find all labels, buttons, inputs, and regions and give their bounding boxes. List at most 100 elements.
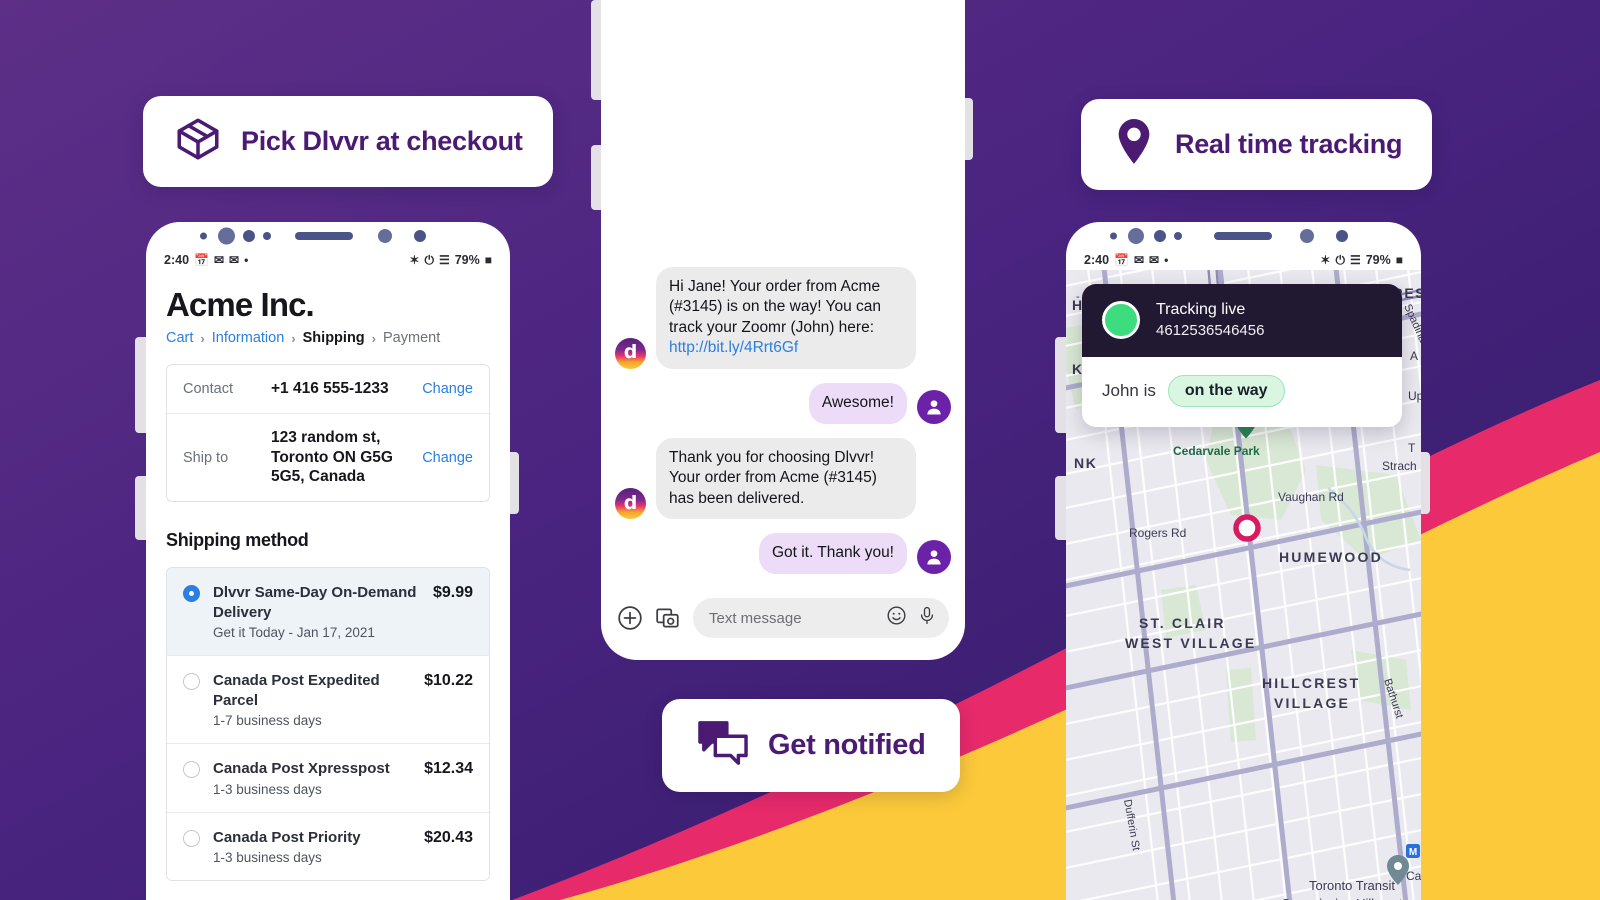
person-icon: [927, 550, 941, 565]
shipping-option-priority[interactable]: Canada Post Priority 1-3 business days $…: [167, 811, 489, 881]
shipping-option-name: Dlvvr Same-Day On-Demand Delivery: [213, 584, 417, 621]
shipping-option-eta: 1-3 business days: [213, 850, 322, 866]
wifi-icon: ⏻: [1335, 253, 1345, 267]
earpiece-speaker: [1214, 232, 1272, 240]
shipping-option-expedited-parcel[interactable]: Canada Post Expedited Parcel 1-7 busines…: [167, 655, 489, 744]
chat-bubbles-icon: [696, 719, 750, 772]
shipping-option-text: Canada Post Xpresspost 1-3 business days: [213, 759, 411, 797]
svg-text:A: A: [1410, 349, 1418, 363]
contact-value: +1 416 555-1233: [271, 380, 389, 397]
phone-checkout: 2:40 📅 ✉ ✉ • ✶ ⏻ ☰ 79% ■ Acme Inc. Cart …: [146, 222, 510, 900]
sensor-dot-medium: [243, 230, 255, 242]
ship-to-value: 123 random st, Toronto ON G5G 5G5, Canad…: [271, 428, 393, 486]
person-icon: [927, 399, 941, 415]
dot-icon: •: [244, 253, 249, 267]
tracking-card-text: Tracking live 4612536546456: [1156, 300, 1264, 341]
breadcrumb-separator-icon-3: ›: [371, 330, 376, 346]
battery-icon: ■: [1395, 253, 1403, 267]
message-text: Awesome!: [821, 393, 894, 411]
map-pin-icon: [1111, 117, 1157, 172]
svg-text:NK: NK: [1074, 455, 1097, 471]
courier-location-marker[interactable]: [1233, 514, 1261, 542]
sensor-dot-small-2: [1174, 232, 1182, 240]
signal-icon: ☰: [438, 253, 450, 267]
sensor-dot-medium-3: [1336, 230, 1348, 242]
ship-to-change-link[interactable]: Change: [422, 450, 473, 466]
radio-button-selected[interactable]: [183, 585, 200, 603]
svg-text:Rogers Rd: Rogers Rd: [1129, 526, 1186, 540]
shipping-option-xpresspost[interactable]: Canada Post Xpresspost 1-3 business days…: [167, 743, 489, 812]
plus-circle-icon[interactable]: [617, 605, 643, 631]
tracking-card: Tracking live 4612536546456 John is on t…: [1082, 284, 1402, 427]
dot-icon: •: [1164, 253, 1169, 267]
message-input-placeholder: Text message: [709, 609, 802, 627]
message-text: Got it. Thank you!: [771, 544, 894, 562]
radio-button[interactable]: [183, 673, 200, 691]
calendar-icon: 📅: [1114, 253, 1129, 267]
sensor-dot-medium-3: [414, 230, 426, 242]
sensor-dot-small-2: [263, 232, 271, 240]
user-avatar: [917, 389, 951, 424]
dlvvr-avatar-icon: [615, 488, 646, 520]
svg-text:ST. CLAIR: ST. CLAIR: [1139, 615, 1226, 631]
battery-icon: ■: [484, 253, 492, 267]
svg-text:HUMEWOOD: HUMEWOOD: [1279, 549, 1383, 565]
breadcrumb-item-payment[interactable]: Payment: [383, 330, 440, 346]
radio-button[interactable]: [183, 829, 200, 847]
status-bar-left: 2:40 📅 ✉ ✉ •: [164, 253, 248, 267]
breadcrumb-item-cart[interactable]: Cart: [166, 330, 193, 346]
breadcrumb-item-shipping[interactable]: Shipping: [303, 330, 365, 346]
subway-station-icon-2[interactable]: M: [1406, 844, 1420, 858]
contact-change-link[interactable]: Change: [422, 381, 473, 397]
svg-text:Cedarvale Park: Cedarvale Park: [1173, 444, 1260, 458]
message-row-incoming-1: Hi Jane! Your order from Acme (#3145) is…: [615, 266, 951, 369]
message-row-incoming-2: Thank you for choosing Dlvvr! Your order…: [615, 437, 951, 520]
phone-messaging: Hi Jane! Your order from Acme (#3145) is…: [601, 0, 965, 660]
svg-text:HILLCREST: HILLCREST: [1262, 675, 1360, 691]
messages-icon: ✉: [1133, 253, 1145, 267]
shipping-option-price: $12.34: [424, 760, 473, 778]
battery-percent: 79%: [1365, 253, 1391, 267]
order-info-card: Contact +1 416 555-1233 Change Ship to 1…: [166, 364, 490, 503]
signal-icon: ☰: [1349, 253, 1361, 267]
shipping-option-eta: 1-7 business days: [213, 713, 322, 729]
tracking-card-header: Tracking live 4612536546456: [1082, 284, 1402, 357]
status-bar-right: ✶ ⏻ ☰ 79% ■: [409, 253, 492, 267]
badge-label: Real time tracking: [1175, 129, 1403, 159]
message-input[interactable]: Text message: [693, 598, 949, 638]
status-bar: 2:40 📅 ✉ ✉ • ✶ ⏻ ☰ 79% ■: [1066, 250, 1421, 270]
radio-button[interactable]: [183, 761, 200, 779]
image-camera-icon[interactable]: [655, 605, 681, 631]
message-bubble: Awesome!: [808, 382, 907, 424]
sensor-dot-small: [200, 232, 207, 240]
message-row-outgoing-2: Got it. Thank you!: [615, 533, 951, 574]
shipping-option-dlvvr[interactable]: Dlvvr Same-Day On-Demand Delivery Get it…: [167, 568, 489, 656]
tracking-title: Tracking live: [1156, 301, 1246, 318]
live-status-indicator-icon: [1102, 301, 1140, 340]
dlvvr-avatar-icon: [615, 337, 646, 369]
phone-tracking: 2:40 📅 ✉ ✉ • ✶ ⏻ ☰ 79% ■ M - K Cedarvale…: [1066, 222, 1421, 900]
emoji-smiley-icon[interactable]: [886, 605, 907, 631]
sensor-dot-small: [1110, 232, 1117, 240]
message-bubble: Hi Jane! Your order from Acme (#3145) is…: [656, 266, 916, 369]
package-box-icon: [173, 114, 223, 169]
page-title: Acme Inc.: [166, 286, 315, 323]
svg-text:WEST VILLAGE: WEST VILLAGE: [1125, 635, 1256, 651]
shipping-option-eta: 1-3 business days: [213, 781, 322, 797]
status-badge: on the way: [1167, 374, 1285, 407]
message-text: Thank you for choosing Dlvvr! Your order…: [669, 448, 877, 507]
ship-to-row: Ship to 123 random st, Toronto ON G5G 5G…: [167, 412, 489, 501]
breadcrumb: Cart › Information › Shipping › Payment: [146, 324, 510, 346]
ship-to-label: Ship to: [183, 449, 229, 466]
message-text: Hi Jane! Your order from Acme (#3145) is…: [669, 277, 881, 336]
contact-row: Contact +1 416 555-1233 Change: [167, 365, 489, 413]
svg-text:M: M: [1409, 847, 1417, 858]
breadcrumb-item-information[interactable]: Information: [212, 330, 285, 346]
map-view[interactable]: M M - HILL: [1066, 270, 1421, 900]
shipping-option-eta: Get it Today - Jan 17, 2021: [213, 625, 375, 641]
phone-sensor-row: [146, 222, 510, 250]
tracking-link[interactable]: http://bit.ly/4Rrt6Gf: [669, 339, 798, 356]
sensor-dot-medium: [1154, 230, 1166, 242]
badge-pick-dlvvr-at-checkout: Pick Dlvvr at checkout: [143, 96, 553, 187]
microphone-icon[interactable]: [917, 605, 937, 631]
